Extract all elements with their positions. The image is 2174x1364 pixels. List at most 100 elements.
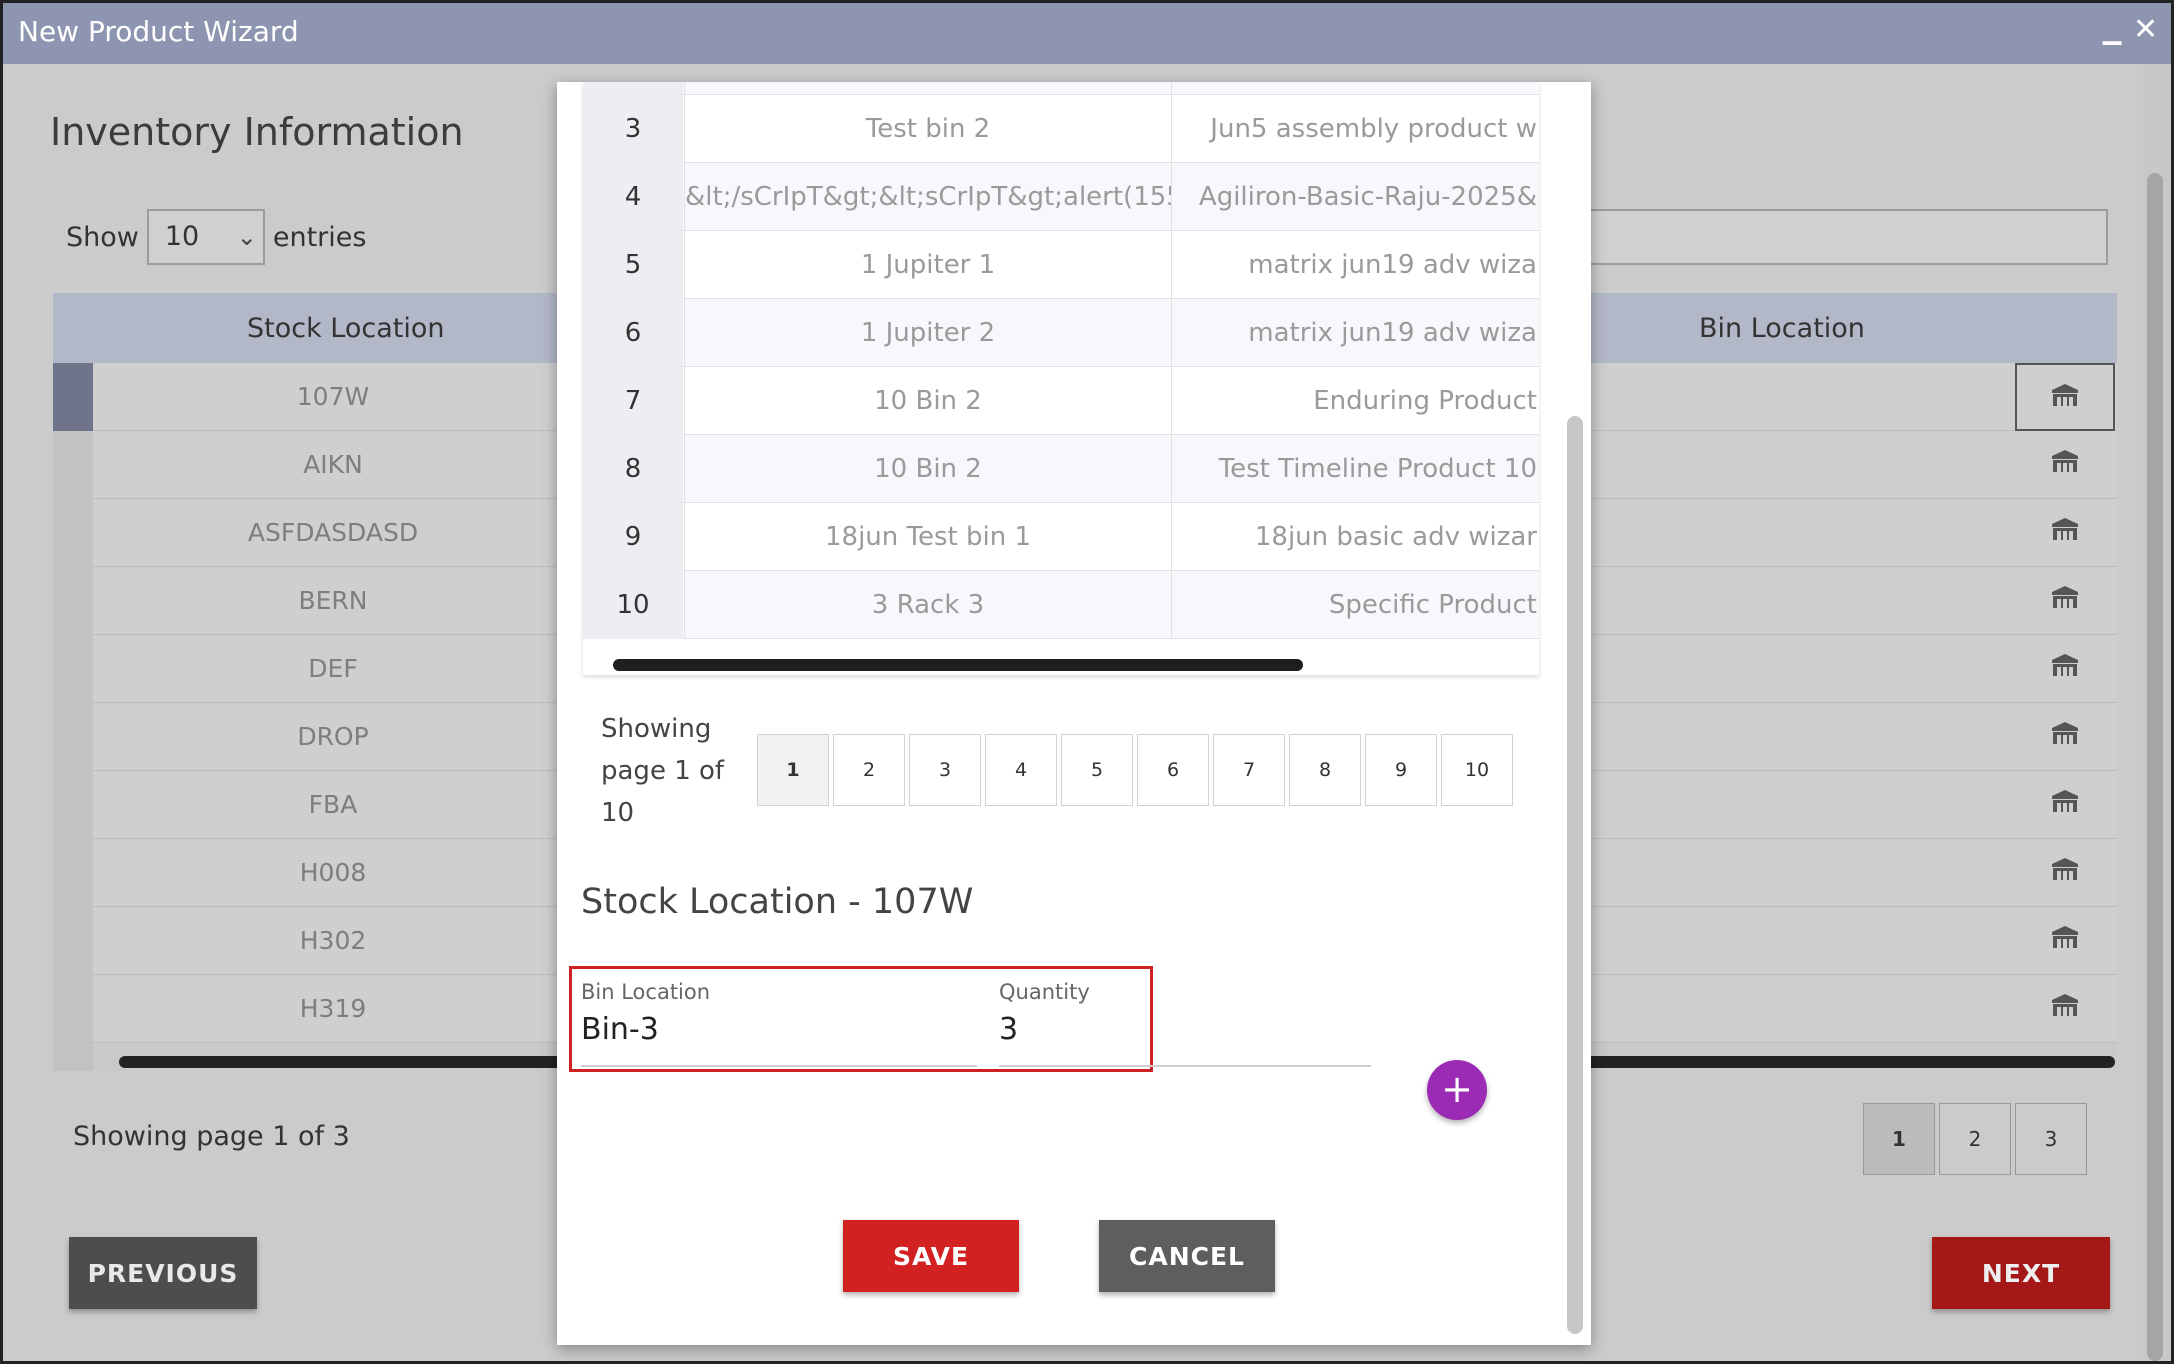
stock-location-cell: BERN	[298, 586, 368, 615]
bin-cell: 3 Rack 3	[684, 571, 1172, 639]
table-row[interactable]: 4&lt;/sCrIpT&gt;&lt;sCrIpT&gt;alert(1558…	[583, 163, 1539, 231]
page-button[interactable]: 8	[1289, 734, 1361, 806]
stock-location-cell: H319	[299, 994, 367, 1023]
bin-table-horizontal-scrollbar[interactable]	[613, 659, 1303, 671]
table-row[interactable]: 8 10 Bin 2 Test Timeline Product 10	[583, 435, 1539, 503]
row-index-cell: 8	[583, 435, 683, 503]
warehouse-icon[interactable]	[2015, 499, 2115, 567]
bin-cell: 18jun Test bin 1	[684, 503, 1172, 571]
window-title: New Product Wizard	[18, 15, 299, 48]
row-selection-marker	[53, 363, 93, 431]
page-button[interactable]: 1	[757, 734, 829, 806]
cancel-button[interactable]: CANCEL	[1099, 1220, 1275, 1292]
product-cell: matrix jun19 adv wiza	[1248, 318, 1537, 348]
bin-location-underline	[581, 1065, 977, 1067]
bin-cell: 10 Bin 2	[684, 367, 1172, 435]
page-button[interactable]: 2	[833, 734, 905, 806]
bin-cell: 10 Bin 2	[684, 435, 1172, 503]
bin-location-dialog: 3 Test bin 2 Jun5 assembly product w 4 &lt;/…	[557, 82, 1591, 1345]
stock-location-cell: H302	[299, 926, 367, 955]
page-button[interactable]: 1	[1863, 1103, 1935, 1175]
app-window: New Product Wizard ▁ ✕ Inventory Informa…	[0, 0, 2174, 1364]
bin-cell: &lt;/sCrIpT&gt;&lt;sCrIpT&gt;alert(15586…	[684, 163, 1172, 231]
warehouse-icon[interactable]	[2015, 431, 2115, 499]
paging-info: Showing page 1 of 3	[73, 1121, 350, 1152]
bin-location-field[interactable]: Bin-3	[581, 1012, 659, 1047]
page-button[interactable]: 2	[1939, 1103, 2011, 1175]
row-index-cell: 6	[583, 299, 683, 367]
page-scrollbar-thumb[interactable]	[2147, 173, 2163, 1361]
page-button[interactable]: 4	[985, 734, 1057, 806]
warehouse-icon[interactable]	[2015, 771, 2115, 839]
row-gutter	[53, 431, 93, 1071]
bin-paging-info: Showing page 1 of 10	[601, 714, 725, 828]
stock-location-cell: H008	[299, 858, 367, 887]
bin-cell: 1 Jupiter 1	[684, 231, 1172, 299]
warehouse-icon[interactable]	[2015, 567, 2115, 635]
stock-location-cell: DROP	[297, 722, 369, 751]
stock-location-cell: AIKN	[303, 450, 363, 479]
table-row[interactable]: 7 10 Bin 2 Enduring Product	[583, 367, 1539, 435]
entries-select-value: 10	[164, 221, 200, 252]
row-index-cell: 9	[583, 503, 683, 571]
add-bin-button[interactable]: +	[1427, 1060, 1487, 1120]
quantity-label: Quantity	[999, 980, 1090, 1004]
page-button[interactable]: 6	[1137, 734, 1209, 806]
title-bar: New Product Wizard ▁ ✕	[3, 3, 2171, 64]
stock-location-cell: ASFDASDASD	[247, 518, 419, 547]
product-cell: Test Timeline Product 10	[1218, 454, 1537, 484]
warehouse-icon[interactable]	[2015, 635, 2115, 703]
page-button[interactable]: 3	[909, 734, 981, 806]
table-row[interactable]: 61 Jupiter 2 matrix jun19 adv wiza	[583, 299, 1539, 367]
warehouse-icon[interactable]	[2015, 839, 2115, 907]
next-button[interactable]: NEXT	[1932, 1237, 2110, 1309]
table-row[interactable]: 3 Test bin 2 Jun5 assembly product w	[583, 95, 1539, 163]
entries-select[interactable]: 10 ⌄	[146, 209, 265, 265]
bin-cell: 1 Jupiter 2	[684, 299, 1172, 367]
product-cell: Jun5 assembly product w	[1210, 114, 1537, 144]
product-cell: Specific Product	[1328, 590, 1537, 620]
table-row[interactable]: 9 18jun Test bin 1 18jun basic adv wizar	[583, 503, 1539, 571]
warehouse-icon[interactable]	[2015, 703, 2115, 771]
search-input[interactable]	[1588, 209, 2108, 265]
close-icon[interactable]: ✕	[2133, 15, 2159, 45]
warehouse-icon[interactable]	[2015, 975, 2115, 1043]
save-button[interactable]: SAVE	[843, 1220, 1019, 1292]
stock-location-cell: DEF	[308, 654, 358, 683]
table-row[interactable]: 10 3 Rack 3 Specific Product	[583, 571, 1539, 639]
page-button[interactable]: 3	[2015, 1103, 2087, 1175]
bin-location-label: Bin Location	[581, 980, 711, 1004]
bin-cell: Test bin 2	[684, 95, 1172, 163]
row-index-cell: 10	[583, 571, 683, 639]
product-cell: Enduring Product	[1313, 386, 1537, 416]
column-header-stock-location[interactable]: Stock Location	[247, 313, 445, 344]
dialog-scrollbar-thumb[interactable]	[1567, 416, 1583, 1334]
entries-label: entries	[272, 221, 367, 253]
product-cell: matrix jun19 adv wiza	[1248, 250, 1537, 280]
chevron-down-icon: ⌄	[236, 223, 257, 251]
section-title: Stock Location - 107W	[581, 882, 974, 922]
row-index-cell: 4	[583, 163, 683, 231]
row-index-cell: 3	[583, 95, 683, 163]
product-cell: Agiliron-Basic-Raju-2025&	[1198, 182, 1537, 212]
warehouse-icon[interactable]	[2015, 363, 2115, 431]
product-cell: 18jun basic adv wizar	[1254, 522, 1537, 552]
entries-control: Show 10 ⌄ entries	[66, 209, 366, 265]
page-button[interactable]: 9	[1365, 734, 1437, 806]
page-button[interactable]: 5	[1061, 734, 1133, 806]
previous-button[interactable]: PREVIOUS	[69, 1237, 257, 1309]
stock-location-cell: 107W	[296, 382, 370, 411]
minimize-icon[interactable]: ▁	[2103, 19, 2123, 43]
bin-pagination: 1 2 3 4 5 6 7 8 9 10	[757, 734, 1513, 806]
row-index-cell: 5	[583, 231, 683, 299]
page-button[interactable]: 10	[1441, 734, 1513, 806]
warehouse-icon[interactable]	[2015, 907, 2115, 975]
table-row[interactable]: 51 Jupiter 1 matrix jun19 adv wiza	[583, 231, 1539, 299]
page-button[interactable]: 7	[1213, 734, 1285, 806]
table-row	[583, 82, 1539, 95]
show-label: Show	[66, 221, 139, 253]
page-title: Inventory Information	[50, 110, 464, 154]
stock-location-cell: FBA	[308, 790, 358, 819]
quantity-field[interactable]: 3	[999, 1012, 1018, 1047]
column-header-bin-location[interactable]: Bin Location	[1699, 313, 1865, 344]
